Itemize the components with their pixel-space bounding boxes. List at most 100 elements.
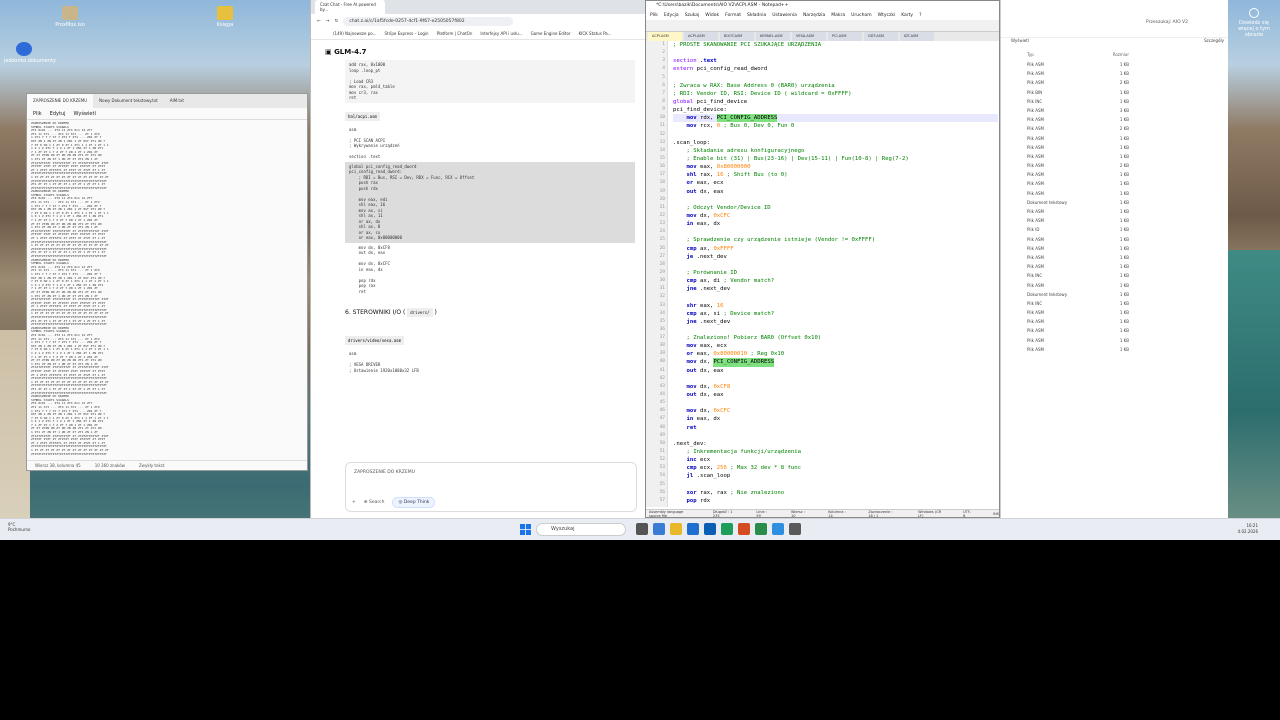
npp-tab[interactable]: PCI.ASM [828, 32, 862, 41]
browser-tab[interactable]: Czat Chat - Free AI powered by... [315, 0, 385, 14]
file-row[interactable]: Plik ASM 1 KB [1027, 62, 1227, 71]
desktop-icon-doc[interactable]: jedzonko.dokumenty [4, 40, 56, 76]
weather-widget[interactable]: 9°C Pochmurno [8, 522, 30, 532]
file-row[interactable]: Plik ASM 3 KB [1027, 108, 1227, 117]
file-row[interactable]: Plik ASM 1 KB [1027, 209, 1227, 218]
npp-tab[interactable]: IDT.ASM [900, 32, 934, 41]
file-row[interactable]: Plik INC 1 KB [1027, 273, 1227, 282]
npp-menu-item[interactable]: Widok [705, 13, 719, 18]
npp-menu-item[interactable]: Ustawienia [772, 13, 797, 18]
model-selector[interactable]: ▣ GLM-4.7 [325, 48, 367, 56]
file-row[interactable]: Plik ASM 1 KB [1027, 172, 1227, 181]
settings-icon[interactable] [789, 523, 801, 535]
details-button[interactable]: Szczegóły [1204, 38, 1224, 43]
view-menu[interactable]: Wyświetl [1011, 38, 1029, 43]
bookmark[interactable]: (149) Najnowsze po... [333, 31, 376, 36]
bookmark[interactable]: Strīpe Express – Login [384, 31, 428, 36]
attach-icon[interactable]: + [352, 500, 356, 505]
file-row[interactable]: Plik ASM 1 KB [1027, 310, 1227, 319]
file-row[interactable]: Plik ASM 1 KB [1027, 237, 1227, 246]
npp-menu-item[interactable]: Edycja [664, 13, 679, 18]
file-row[interactable]: Plik ASM 1 KB [1027, 255, 1227, 264]
forward-icon[interactable]: → [326, 19, 330, 24]
menu-view[interactable]: Wyświetl [74, 111, 96, 117]
reload-icon[interactable]: ↻ [335, 19, 339, 24]
file-row[interactable]: Plik ASM 1 KB [1027, 328, 1227, 337]
npp-menu-item[interactable]: Karty [901, 13, 913, 18]
deep-think-button[interactable]: ◎ Deep Think [392, 497, 436, 508]
code-editor[interactable]: 1; PROSTE SKANOWANIE PCI SZUKAJĄCE URZĄD… [646, 41, 998, 507]
npp-tab[interactable]: GDT.ASM [864, 32, 898, 41]
npp-tab[interactable]: ACPI.ASM [648, 32, 682, 41]
file-row[interactable]: Plik ASM 1 KB [1027, 246, 1227, 255]
menu-edit[interactable]: Edytuj [50, 111, 66, 117]
file-row[interactable]: Plik ASM 2 KB [1027, 163, 1227, 172]
file-row[interactable]: Plik ASM 1 KB [1027, 347, 1227, 356]
npp-tab[interactable]: VESA.ASM [792, 32, 826, 41]
npp-menu-item[interactable]: Format [725, 13, 741, 18]
search-button[interactable]: ⊕ Search [364, 500, 385, 505]
npp-menu-item[interactable]: Wtyczki [878, 13, 896, 18]
file-row[interactable]: Dokument tekstowy 1 KB [1027, 292, 1227, 301]
file-row[interactable]: Plik ASM 1 KB [1027, 181, 1227, 190]
npp-menu-item[interactable]: Makra [831, 13, 845, 18]
file-row[interactable]: Plik ASM 2 KB [1027, 126, 1227, 135]
brave-icon[interactable] [738, 523, 750, 535]
bookmark[interactable]: Game Engine Editor [531, 31, 571, 36]
file-row[interactable]: Plik INC 1 KB [1027, 301, 1227, 310]
desktop-icon-spotlight[interactable]: Dowiedz się więcej o tym obrazie [1232, 6, 1276, 42]
notepadpp-icon[interactable] [755, 523, 767, 535]
file-row[interactable]: Plik ASM 1 KB [1027, 338, 1227, 347]
file-row[interactable]: Plik ASM 1 KB [1027, 191, 1227, 200]
task-view-icon[interactable] [636, 523, 648, 535]
mail-icon[interactable] [687, 523, 699, 535]
search-field[interactable]: Przeszukaj: AIO V2 [1146, 20, 1188, 25]
file-row[interactable]: Plik ASM 1 KB [1027, 71, 1227, 80]
desktop-icon-proxmox[interactable]: ProxMox.iso [50, 4, 90, 40]
file-row[interactable]: Plik ASM 1 KB [1027, 145, 1227, 154]
npp-menu-item[interactable]: Uruchom [851, 13, 871, 18]
npp-tab[interactable]: ACPI.ASM [684, 32, 718, 41]
store-icon[interactable] [704, 523, 716, 535]
file-row[interactable]: Plik ASM 1 KB [1027, 117, 1227, 126]
npp-tab[interactable]: KERNEL.ASM [756, 32, 790, 41]
menu-file[interactable]: Plik [33, 111, 42, 117]
file-row[interactable]: Plik ASM 1 KB [1027, 283, 1227, 292]
file-row[interactable]: Plik INC 1 KB [1027, 99, 1227, 108]
chat-input[interactable]: ZAPROSZENIE DO KRZEMU + ⊕ Search ◎ Deep … [345, 462, 637, 512]
npp-menu-item[interactable]: Plik [650, 13, 658, 18]
bookmark[interactable]: Platform | ChatOn [437, 31, 473, 36]
url-field[interactable]: chat.z.ai/c/1af5fcde-0257-4cf1-9f67-e250… [343, 16, 514, 26]
file-row[interactable]: Plik ASM 1 KB [1027, 136, 1227, 145]
notepad-tab[interactable]: ZAPROSZENIE DO KRZEMU [27, 94, 94, 108]
widgets-icon[interactable] [653, 523, 665, 535]
notepad-text-area[interactable]: ZAPROSZENIE DO KRZEMU SYMBOL STARTS SIGN… [31, 122, 305, 455]
bookmark[interactable]: Interfejsy API i usłu... [480, 31, 522, 36]
chrome-icon[interactable] [721, 523, 733, 535]
file-row[interactable]: Dokument tekstowy 1 KB [1027, 200, 1227, 209]
file-row[interactable]: Plik ASM 1 KB [1027, 154, 1227, 163]
file-row[interactable]: Plik ASM 2 KB [1027, 80, 1227, 89]
back-icon[interactable]: ← [317, 19, 321, 24]
npp-menu-item[interactable]: ? [919, 13, 921, 18]
taskbar-search[interactable]: Wyszukaj [536, 523, 626, 536]
npp-menu-item[interactable]: Składnia [747, 13, 766, 18]
file-row[interactable]: Plik ASM 1 KB [1027, 218, 1227, 227]
notepad-tab[interactable]: AIM.txt [164, 94, 190, 108]
npp-menu-item[interactable]: Szukaj [685, 13, 700, 18]
windows-start-icon[interactable] [520, 524, 531, 535]
file-row[interactable]: Plik BIN 1 KB [1027, 90, 1227, 99]
desktop-icon-ksiega[interactable]: Księga [205, 4, 245, 40]
clock[interactable]: 16:21 4.02.2026 [1238, 523, 1258, 535]
col-size[interactable]: Rozmiar [1087, 52, 1129, 57]
file-row[interactable]: Plik ASM 1 KB [1027, 319, 1227, 328]
col-type[interactable]: Typ [1027, 52, 1087, 57]
bookmark[interactable]: KICK Status Pa... [579, 31, 612, 36]
file-explorer-icon[interactable] [670, 523, 682, 535]
npp-menu-item[interactable]: Narzędzia [803, 13, 825, 18]
file-row[interactable]: Plik ASM 1 KB [1027, 264, 1227, 273]
npp-tab[interactable]: BOOT.ASM [720, 32, 754, 41]
terminal-icon[interactable] [772, 523, 784, 535]
notepad-tab[interactable]: Nowy Dokument tekstowy.txt [93, 94, 164, 108]
file-row[interactable]: Plik ID 1 KB [1027, 227, 1227, 236]
